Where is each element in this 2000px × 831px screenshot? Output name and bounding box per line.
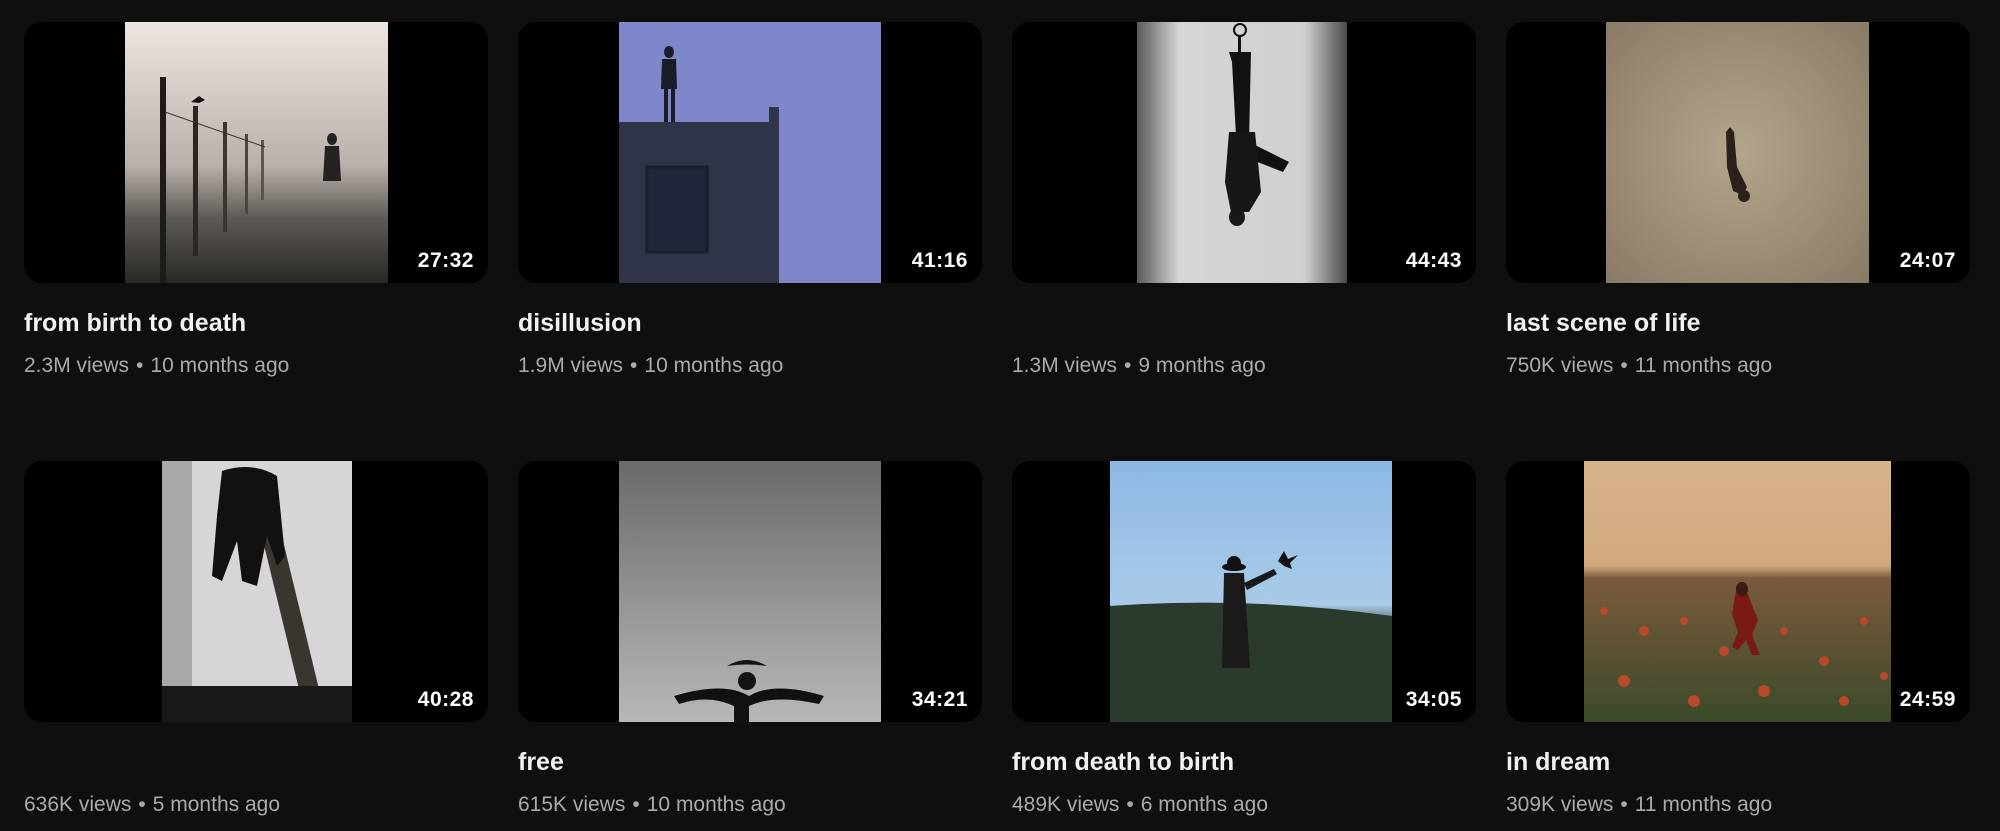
thumbnail-image bbox=[162, 461, 352, 722]
video-title[interactable]: from death to birth bbox=[1012, 748, 1476, 780]
video-thumbnail[interactable]: 34:21 bbox=[518, 461, 982, 722]
view-count: 1.3M views bbox=[1012, 354, 1118, 377]
video-card[interactable]: 27:32 from birth to death 2.3M views • 10 … bbox=[24, 22, 488, 378]
video-meta: 309K views • 11 months ago bbox=[1506, 793, 1970, 817]
video-title[interactable] bbox=[24, 748, 488, 780]
view-count: 750K views bbox=[1506, 354, 1614, 377]
upload-age: 11 months ago bbox=[1634, 793, 1773, 816]
video-duration: 41:16 bbox=[911, 249, 968, 272]
upload-age: 10 months ago bbox=[646, 793, 786, 816]
video-card[interactable]: 44:43 1.3M views • 9 months ago bbox=[1012, 22, 1476, 378]
thumbnail-image bbox=[619, 461, 881, 722]
video-card[interactable]: 41:16 disillusion 1.9M views • 10 months a… bbox=[518, 22, 982, 378]
thumbnail-image bbox=[125, 22, 388, 283]
video-thumbnail[interactable]: 34:05 bbox=[1012, 461, 1476, 722]
video-card[interactable]: 34:21 free 615K views • 10 months ago bbox=[518, 461, 982, 817]
video-meta: 615K views • 10 months ago bbox=[518, 793, 982, 817]
upload-age: 10 months ago bbox=[644, 354, 784, 377]
thumbnail-image bbox=[1137, 22, 1347, 283]
meta-separator: • bbox=[1620, 793, 1628, 816]
meta-separator: • bbox=[1126, 793, 1134, 816]
video-thumbnail[interactable]: 24:59 bbox=[1506, 461, 1970, 722]
video-duration: 40:28 bbox=[417, 688, 474, 711]
video-card[interactable]: 34:05 from death to birth 489K views • 6 m… bbox=[1012, 461, 1476, 817]
meta-separator: • bbox=[1620, 354, 1628, 377]
video-duration: 24:07 bbox=[1899, 249, 1956, 272]
meta-separator: • bbox=[1124, 354, 1132, 377]
video-thumbnail[interactable]: 27:32 bbox=[24, 22, 488, 283]
video-meta: 1.9M views • 10 months ago bbox=[518, 354, 982, 378]
meta-separator: • bbox=[138, 793, 146, 816]
video-thumbnail[interactable]: 44:43 bbox=[1012, 22, 1476, 283]
video-card[interactable]: 24:07 last scene of life 750K views • 11 m… bbox=[1506, 22, 1970, 378]
video-card[interactable]: 40:28 636K views • 5 months ago bbox=[24, 461, 488, 817]
video-title[interactable]: disillusion bbox=[518, 309, 982, 341]
view-count: 2.3M views bbox=[24, 354, 130, 377]
video-duration: 24:59 bbox=[1899, 688, 1956, 711]
meta-separator: • bbox=[630, 354, 638, 377]
video-thumbnail[interactable]: 41:16 bbox=[518, 22, 982, 283]
video-meta: 750K views • 11 months ago bbox=[1506, 354, 1970, 378]
video-duration: 44:43 bbox=[1405, 249, 1462, 272]
upload-age: 6 months ago bbox=[1140, 793, 1269, 816]
thumbnail-image bbox=[1584, 461, 1891, 722]
video-card[interactable]: 24:59 in dream 309K views • 11 months ago bbox=[1506, 461, 1970, 817]
video-meta: 489K views • 6 months ago bbox=[1012, 793, 1476, 817]
video-duration: 34:05 bbox=[1405, 688, 1462, 711]
video-thumbnail[interactable]: 40:28 bbox=[24, 461, 488, 722]
meta-separator: • bbox=[632, 793, 640, 816]
view-count: 489K views bbox=[1012, 793, 1120, 816]
view-count: 309K views bbox=[1506, 793, 1614, 816]
upload-age: 10 months ago bbox=[150, 354, 290, 377]
video-grid: 27:32 from birth to death 2.3M views • 10 … bbox=[0, 0, 2000, 831]
thumbnail-image bbox=[619, 22, 881, 283]
video-duration: 27:32 bbox=[417, 249, 474, 272]
view-count: 1.9M views bbox=[518, 354, 624, 377]
thumbnail-image bbox=[1606, 22, 1869, 283]
view-count: 615K views bbox=[518, 793, 626, 816]
video-title[interactable]: in dream bbox=[1506, 748, 1970, 780]
video-meta: 636K views • 5 months ago bbox=[24, 793, 488, 817]
view-count: 636K views bbox=[24, 793, 132, 816]
video-title[interactable]: last scene of life bbox=[1506, 309, 1970, 341]
video-title[interactable]: from birth to death bbox=[24, 309, 488, 341]
video-thumbnail[interactable]: 24:07 bbox=[1506, 22, 1970, 283]
video-meta: 1.3M views • 9 months ago bbox=[1012, 354, 1476, 378]
meta-separator: • bbox=[136, 354, 144, 377]
upload-age: 11 months ago bbox=[1634, 354, 1773, 377]
video-title[interactable]: free bbox=[518, 748, 982, 780]
thumbnail-image bbox=[1110, 461, 1392, 722]
video-meta: 2.3M views • 10 months ago bbox=[24, 354, 488, 378]
upload-age: 5 months ago bbox=[152, 793, 281, 816]
video-duration: 34:21 bbox=[911, 688, 968, 711]
upload-age: 9 months ago bbox=[1138, 354, 1266, 377]
video-title[interactable] bbox=[1012, 309, 1476, 341]
